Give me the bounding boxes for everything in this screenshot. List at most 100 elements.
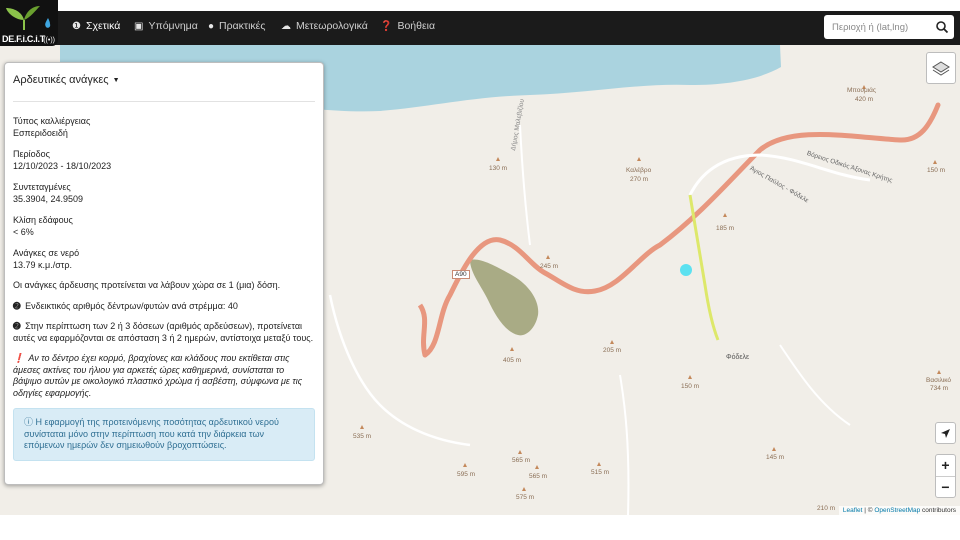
nav-item-label: Βοήθεια	[397, 20, 436, 32]
nav-item-help[interactable]: ❓ Βοήθεια	[380, 11, 435, 45]
search-icon[interactable]	[934, 19, 950, 35]
nav-item-weather[interactable]: ☁ Μετεωρολογικά	[281, 11, 368, 45]
panel-title: Αρδευτικές ανάγκες	[13, 74, 109, 86]
doses-note-text: Στην περίπτωση των 2 ή 3 δόσεων (αριθμός…	[13, 321, 314, 343]
place-label: Φόδελε	[726, 354, 750, 361]
place-label: 270 m	[630, 176, 649, 183]
elevation-label: 565 m	[529, 473, 548, 480]
elevation-label: 145 m	[766, 454, 785, 461]
elevation-label: 595 m	[457, 471, 476, 478]
question-circle-icon: ❓	[380, 21, 393, 32]
chevron-circle-right-icon: ➋	[13, 321, 21, 331]
field-label: Κλίση εδάφους	[13, 215, 73, 225]
brand-name: DE.F.i.C.i.T	[2, 34, 45, 44]
caret-down-icon: ▼	[112, 77, 120, 84]
peak-icon	[360, 425, 364, 429]
peak-icon	[546, 255, 550, 259]
field-label: Τύπος καλλιέργειας	[13, 116, 91, 126]
field-coordinates: Συντεταγμένες 35.3904, 24.9509	[13, 182, 315, 205]
peak-icon	[688, 375, 692, 379]
nav-item-legend[interactable]: ▣ Υπόμνημα	[134, 11, 198, 45]
field-water-needs: Ανάγκες σε νερό 13.79 κ.μ./στρ.	[13, 248, 315, 271]
road-badge: A90	[452, 270, 470, 279]
zoom-out-button[interactable]: −	[936, 477, 955, 498]
warning-note: ❗ Αν το δέντρο έχει κορμό, βραχίονες και…	[13, 353, 315, 399]
place-label: Βασιλικό	[926, 377, 952, 384]
nav-item-label: Πρακτικές	[219, 20, 266, 32]
elevation-label: 575 m	[516, 494, 535, 501]
elevation-label: 150 m	[927, 167, 946, 174]
nav-item-label: Υπόμνημα	[148, 20, 198, 32]
dose-proposal: Οι ανάγκες άρδευσης προτείνεται να λάβου…	[13, 280, 281, 290]
chevron-circle-right-icon: ➋	[13, 300, 21, 311]
attribution-suffix: contributors	[920, 507, 956, 514]
peak-icon	[772, 447, 776, 451]
irrigation-panel: Αρδευτικές ανάγκες ▼ Τύπος καλλιέργειας Ε…	[4, 62, 324, 485]
place-label: 420 m	[855, 96, 874, 103]
info-alert-text: Η εφαρμογή της προτεινόμενης ποσότητας α…	[24, 417, 279, 450]
nav-item-practices[interactable]: ● Πρακτικές	[208, 11, 265, 45]
peak-icon	[535, 465, 539, 469]
layers-icon	[932, 61, 950, 76]
zoom-control: + −	[935, 454, 956, 498]
warning-note-text: Αν το δέντρο έχει κορμό, βραχίονες και κ…	[13, 353, 303, 398]
place-label: 734 m	[930, 385, 949, 392]
info-circle-icon: ⓘ	[24, 417, 34, 427]
elevation-label: 405 m	[503, 357, 522, 364]
attribution-separator: | ©	[862, 507, 875, 514]
peak-icon	[610, 340, 614, 344]
water-drop-icon: ●	[208, 21, 215, 32]
field-value: 13.79 κ.μ./στρ.	[13, 259, 72, 270]
peak-icon	[518, 450, 522, 454]
elevation-label: 210 m	[817, 505, 836, 512]
field-label: Ανάγκες σε νερό	[13, 248, 80, 258]
peak-icon	[522, 487, 526, 491]
peak-icon	[723, 213, 727, 217]
info-circle-icon: ❶	[72, 21, 81, 32]
nav-item-about[interactable]: ❶ Σχετικά	[72, 11, 120, 45]
panel-title-dropdown[interactable]: Αρδευτικές ανάγκες ▼	[13, 73, 315, 101]
peak-icon	[637, 157, 641, 161]
elevation-label: 205 m	[603, 347, 622, 354]
search-box	[824, 15, 954, 39]
divider	[13, 101, 315, 102]
logo[interactable]: DE.F.i.C.i.T ((•))	[0, 0, 58, 46]
zoom-in-button[interactable]: +	[936, 455, 955, 477]
peak-icon	[937, 370, 941, 374]
image-icon: ▣	[134, 21, 144, 32]
info-alert: ⓘ Η εφαρμογή της προτεινόμενης ποσότητας…	[13, 408, 315, 461]
field-value: Εσπεριδοειδή	[13, 127, 68, 138]
locate-button[interactable]	[935, 422, 956, 444]
page-footer-strip	[0, 515, 960, 540]
field-label: Συντεταγμένες	[13, 182, 71, 192]
elevation-label: 130 m	[489, 165, 508, 172]
place-label: Καλέβρο	[626, 167, 652, 174]
field-slope: Κλίση εδάφους < 6%	[13, 215, 315, 238]
leaflet-link[interactable]: Leaflet	[843, 507, 863, 514]
elevation-label: 245 m	[540, 263, 559, 270]
field-value: < 6%	[13, 226, 34, 237]
navbar: ❶ Σχετικά ▣ Υπόμνημα ● Πρακτικές ☁ Μετεωρολο…	[0, 11, 960, 45]
tree-density: ➋ Ενδεικτικός αριθμός δέντρων/φυτών ανά …	[13, 301, 315, 313]
elevation-label: 515 m	[591, 469, 610, 476]
location-arrow-icon	[941, 429, 950, 438]
nav-item-label: Μετεωρολογικά	[296, 20, 368, 32]
tree-density-text: Ενδεικτικός αριθμός δέντρων/φυτών ανά στ…	[25, 300, 238, 311]
elevation-label: 150 m	[681, 383, 700, 390]
place-label: Μπουμιάς	[847, 87, 877, 94]
cloud-icon: ☁	[281, 21, 291, 32]
peak-icon	[463, 463, 467, 467]
field-value: 12/10/2023 - 18/10/2023	[13, 160, 112, 171]
peak-icon	[510, 347, 514, 351]
peak-icon	[496, 157, 500, 161]
peak-icon	[933, 160, 937, 164]
field-label: Περίοδος	[13, 149, 50, 159]
search-input[interactable]	[824, 15, 930, 39]
nav-item-label: Σχετικά	[85, 20, 121, 32]
elevation-label: 185 m	[716, 225, 735, 232]
field-crop-type: Τύπος καλλιέργειας Εσπεριδοειδή	[13, 116, 315, 139]
layers-control[interactable]	[926, 52, 956, 84]
osm-link[interactable]: OpenStreetMap	[874, 507, 920, 514]
elevation-label: 565 m	[512, 457, 531, 464]
wifi-icon: ((•))	[43, 37, 55, 44]
